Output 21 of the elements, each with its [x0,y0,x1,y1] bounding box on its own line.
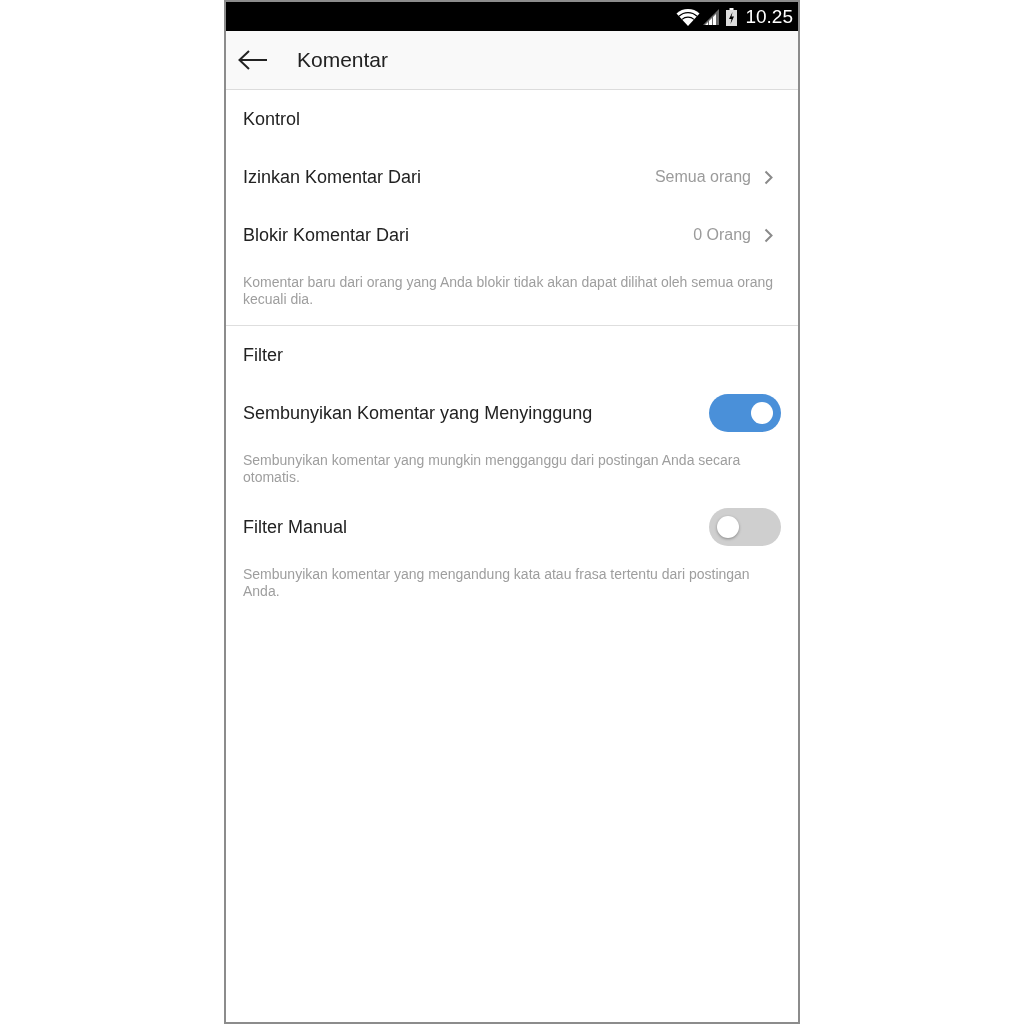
setting-label: Filter Manual [243,516,348,538]
setting-label[interactable]: Izinkan Komentar Dari [243,166,422,188]
status-time: 10.25 [745,5,793,28]
battery-charging-icon [726,7,738,26]
help-text: Sembunyikan komentar yang mungkin mengganggu dari postingan Anda secara otomatis. [242,451,742,487]
help-text: Sembunyikan komentar yang mengandung kata atau frasa tertentu dari postingan Anda. [242,565,751,601]
setting-label: Sembunyikan Komentar yang Menyinggung [243,402,593,424]
wifi-icon [676,7,701,26]
signal-icon [703,8,720,25]
section-header: Kontrol [242,107,302,131]
toggle-switch[interactable] [709,394,781,432]
chevron-right-icon[interactable] [764,227,773,243]
setting-value: 0 Orang [693,226,751,244]
chevron-right-icon[interactable] [764,169,773,185]
toggle-switch[interactable] [709,508,781,546]
help-text: Komentar baru dari orang yang Anda blokir tidak akan dapat dilihat oleh semua orang kecuali dia. [242,273,774,309]
back-arrow-icon[interactable] [238,50,268,70]
setting-label[interactable]: Blokir Komentar Dari [243,224,410,246]
section-header: Filter [242,343,284,367]
screen-title: Komentar [297,48,389,72]
setting-value: Semua orang [654,168,751,186]
